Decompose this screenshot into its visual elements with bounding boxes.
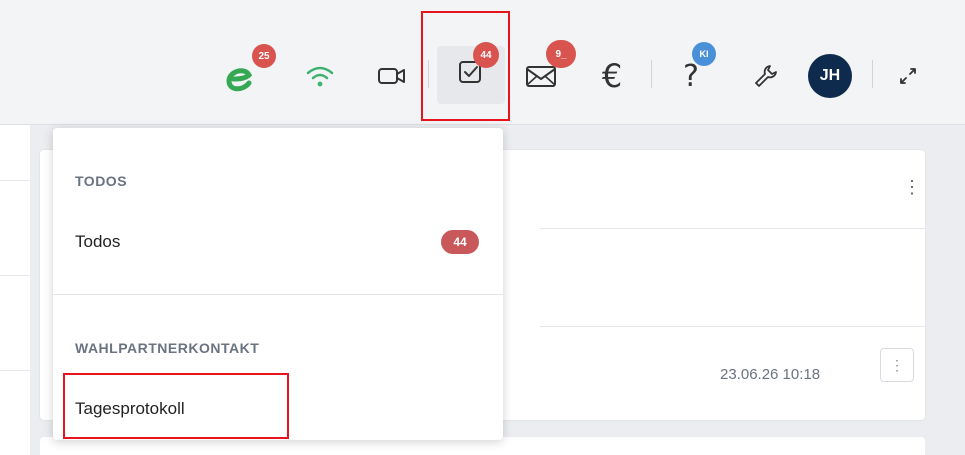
wrench-icon[interactable] <box>748 58 784 94</box>
top-toolbar: 25 44 9_ € ? KI JH <box>0 0 965 125</box>
toolbar-separator <box>872 60 873 88</box>
card-divider <box>540 228 925 229</box>
menu-divider <box>53 294 503 295</box>
entry-timestamp: 23.06.26 10:18 <box>720 366 821 383</box>
e-notification-badge: 25 <box>252 44 276 68</box>
todos-count-badge: 44 <box>441 230 479 254</box>
row-menu-glyph: ⋮ <box>890 356 904 373</box>
menu-item-todos[interactable]: Todos <box>75 232 120 252</box>
card-divider <box>540 326 925 327</box>
section-title-todos: TODOS <box>75 173 128 189</box>
left-panel <box>0 125 30 455</box>
row-menu-button[interactable]: ⋮ <box>880 348 914 382</box>
list-divider <box>0 370 30 371</box>
fullscreen-icon[interactable] <box>888 58 928 94</box>
toolbar-separator <box>651 60 652 88</box>
todo-highlight-box <box>421 11 510 121</box>
euro-icon[interactable]: € <box>592 57 632 95</box>
user-avatar[interactable]: JH <box>808 54 852 98</box>
tagesprotokoll-highlight-box <box>63 373 289 439</box>
wifi-icon[interactable] <box>302 58 338 94</box>
euro-symbol: € <box>601 57 623 95</box>
video-camera-icon[interactable] <box>372 58 412 94</box>
ki-badge: KI <box>692 42 716 66</box>
section-title-wahlpartnerkontakt: WAHLPARTNERKONTAKT <box>75 340 260 356</box>
list-divider <box>0 180 30 181</box>
list-divider <box>0 275 30 276</box>
mail-notification-badge: 9_ <box>546 40 576 68</box>
card-menu-button[interactable]: ⋮ <box>903 178 921 196</box>
